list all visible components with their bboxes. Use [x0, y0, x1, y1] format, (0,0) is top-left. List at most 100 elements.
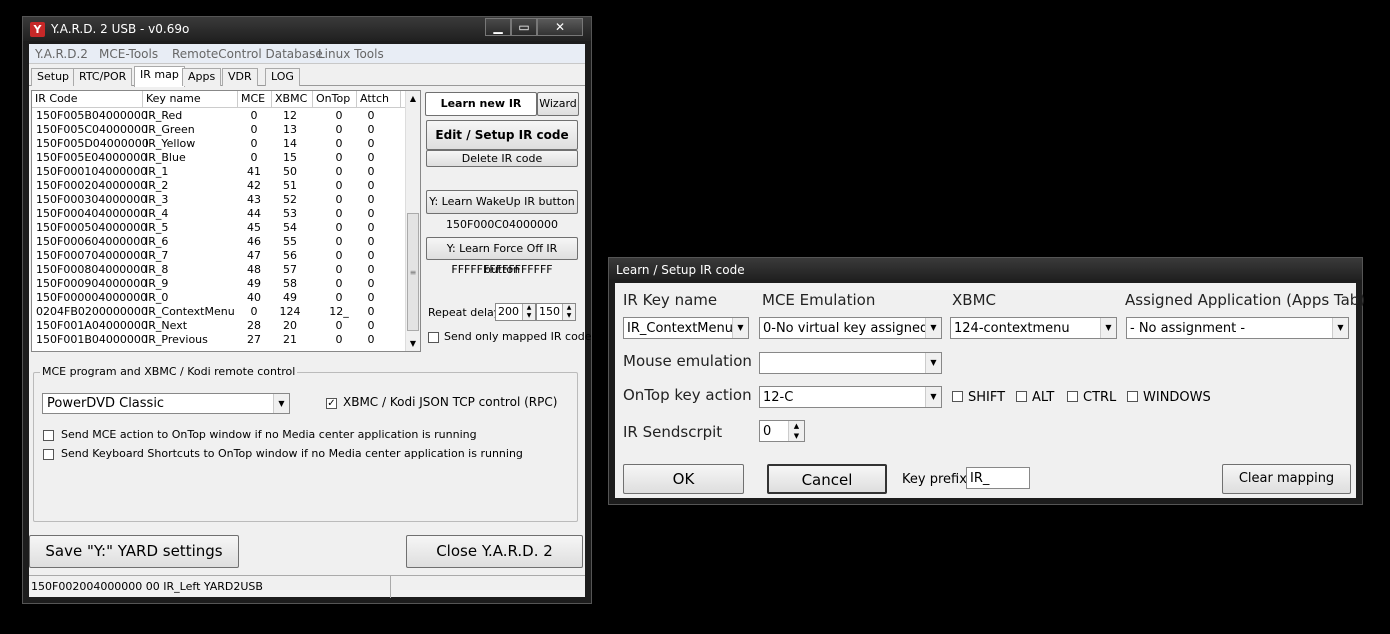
table-row[interactable]: 150F000404000000 IR_4 44 53 0 0	[32, 207, 407, 221]
chevron-down-icon[interactable]: ▼	[732, 318, 748, 338]
modifier-windows[interactable]: WINDOWS	[1127, 390, 1211, 405]
tab-setup[interactable]: Setup	[31, 68, 76, 86]
learn-setup-dialog: Learn / Setup IR code IR Key name MCE Em…	[608, 257, 1365, 505]
send-mce-checkbox[interactable]	[43, 430, 54, 441]
spinner-arrows-icon[interactable]: ▲ ▼	[562, 304, 575, 320]
mouse-emulation-select[interactable]: ▼	[759, 352, 942, 374]
list-scrollbar[interactable]: ▲ ≡ ▼	[405, 91, 420, 351]
table-row[interactable]: 150F005C04000000 IR_Green 0 13 0 0	[32, 123, 407, 137]
table-row[interactable]: 150F000804000000 IR_8 48 57 0 0	[32, 263, 407, 277]
chevron-down-icon[interactable]: ▼	[1332, 318, 1348, 338]
table-cell: IR_Blue	[145, 151, 186, 164]
chevron-down-icon[interactable]: ▼	[925, 387, 941, 407]
col-key-name[interactable]: Key name	[143, 91, 238, 108]
modifier-ctrl[interactable]: CTRL	[1067, 390, 1116, 405]
table-cell: 0	[335, 123, 343, 136]
learn-forceoff-button[interactable]: Y: Learn Force Off IR button	[426, 237, 578, 276]
menu-yard2[interactable]: Y.A.R.D.2	[35, 47, 88, 61]
table-row[interactable]: 150F005B04000000 IR_Red 0 12 0 0	[32, 109, 407, 123]
table-row[interactable]: 150F000704000000 IR_7 47 56 0 0	[32, 249, 407, 263]
table-row[interactable]: 150F000004000000 IR_0 40 49 0 0	[32, 291, 407, 305]
shift-checkbox[interactable]	[952, 391, 963, 402]
table-cell: IR_9	[145, 277, 169, 290]
table-row[interactable]: 150F005D04000000 IR_Yellow 0 14 0 0	[32, 137, 407, 151]
ok-button[interactable]: OK	[623, 464, 744, 494]
ir-sendscript-value[interactable]: 0	[763, 424, 771, 439]
main-titlebar[interactable]: Y Y.A.R.D. 2 USB - v0.69o ▁ ▭ ✕	[23, 17, 591, 41]
repeat-delay-value-1[interactable]: 200	[498, 305, 519, 318]
table-cell: 0204FB0200000000	[36, 305, 148, 318]
col-mce[interactable]: MCE	[238, 91, 272, 108]
chevron-down-icon[interactable]: ▼	[273, 394, 289, 413]
assigned-app-select[interactable]: - No assignment - ▼	[1126, 317, 1349, 339]
close-window-button[interactable]: ✕	[537, 18, 583, 36]
wizard-tab[interactable]: Wizard	[537, 92, 579, 116]
minimize-button[interactable]: ▁	[485, 18, 511, 36]
table-row[interactable]: 0204FB0200000000 IR_ContextMenu 0 124 12_ 0	[32, 305, 407, 319]
menu-remotecontrol-database[interactable]: RemoteControl Database	[172, 47, 323, 61]
menu-mce-tools[interactable]: MCE-Tools	[99, 47, 158, 61]
table-row[interactable]: 150F001A04000000 IR_Next 28 20 0 0	[32, 319, 407, 333]
tab-rtc-por[interactable]: RTC/POR	[73, 68, 133, 86]
learn-new-ir-code-tab[interactable]: Learn new IR code	[425, 92, 537, 132]
table-row[interactable]: 150F000504000000 IR_5 45 54 0 0	[32, 221, 407, 235]
learn-wakeup-button[interactable]: Y: Learn WakeUp IR button	[426, 190, 578, 214]
maximize-button[interactable]: ▭	[511, 18, 537, 36]
windows-checkbox[interactable]	[1127, 391, 1138, 402]
tab-log[interactable]: LOG	[265, 68, 300, 86]
send-only-mapped-checkbox[interactable]	[428, 332, 439, 343]
ctrl-checkbox[interactable]	[1067, 391, 1078, 402]
table-row[interactable]: 150F000304000000 IR_3 43 52 0 0	[32, 193, 407, 207]
table-row[interactable]: 150F000104000000 IR_1 41 50 0 0	[32, 165, 407, 179]
repeat-delay-value-2[interactable]: 150	[539, 305, 560, 318]
table-row[interactable]: 150F000204000000 IR_2 42 51 0 0	[32, 179, 407, 193]
col-ir-code[interactable]: IR Code	[32, 91, 143, 108]
ontop-key-action-value: 12-C	[763, 390, 794, 405]
col-ontop[interactable]: OnTop	[313, 91, 357, 108]
modifier-shift[interactable]: SHIFT	[952, 390, 1005, 405]
spinner-arrows-icon[interactable]: ▲ ▼	[522, 304, 535, 320]
repeat-delay-spinner-2[interactable]: 150 ▲ ▼	[536, 303, 576, 321]
chevron-down-icon[interactable]: ▼	[1100, 318, 1116, 338]
spinner-arrows-icon[interactable]: ▲ ▼	[788, 421, 804, 441]
cancel-button[interactable]: Cancel	[767, 464, 887, 494]
ir-key-name-select[interactable]: IR_ContextMenu ▼	[623, 317, 749, 339]
scroll-up-icon[interactable]: ▲	[406, 91, 420, 106]
ir-code-list[interactable]: IR Code Key name MCE XBMC OnTop Attch 15…	[31, 90, 421, 352]
repeat-delay-spinner-1[interactable]: 200 ▲ ▼	[495, 303, 536, 321]
json-rpc-checkbox[interactable]: ✓	[326, 398, 337, 409]
table-cell: IR_2	[145, 179, 169, 192]
chevron-down-icon[interactable]: ▼	[925, 353, 941, 373]
chevron-down-icon[interactable]: ▼	[925, 318, 941, 338]
table-row[interactable]: 150F000604000000 IR_6 46 55 0 0	[32, 235, 407, 249]
table-row[interactable]: 150F000904000000 IR_9 49 58 0 0	[32, 277, 407, 291]
tab-ir-map[interactable]: IR map	[134, 66, 185, 87]
xbmc-select[interactable]: 124-contextmenu ▼	[950, 317, 1117, 339]
mce-emulation-select[interactable]: 0-No virtual key assigned ▼	[759, 317, 942, 339]
tab-apps[interactable]: Apps	[182, 68, 222, 86]
scroll-thumb[interactable]: ≡	[407, 213, 419, 331]
mce-program-select[interactable]: PowerDVD Classic ▼	[42, 393, 290, 414]
close-yard-button[interactable]: Close Y.A.R.D. 2	[406, 535, 583, 568]
col-xbmc[interactable]: XBMC	[272, 91, 313, 108]
dialog-titlebar[interactable]: Learn / Setup IR code	[609, 258, 1362, 280]
delete-ir-code-button[interactable]: Delete IR code	[426, 150, 578, 167]
key-prefix-input[interactable]: IR_	[966, 467, 1030, 489]
ir-sendscript-spinner[interactable]: 0 ▲ ▼	[759, 420, 805, 442]
ontop-key-action-select[interactable]: 12-C ▼	[759, 386, 942, 408]
modifier-alt[interactable]: ALT	[1016, 390, 1054, 405]
save-settings-button[interactable]: Save "Y:" YARD settings	[29, 535, 239, 568]
table-row[interactable]: 150F001B04000000 IR_Previous 27 21 0 0	[32, 333, 407, 347]
table-cell: 0	[335, 109, 343, 122]
alt-checkbox[interactable]	[1016, 391, 1027, 402]
table-cell: IR_Yellow	[145, 137, 196, 150]
tab-vdr[interactable]: VDR	[222, 68, 258, 86]
table-row[interactable]: 150F005E04000000 IR_Blue 0 15 0 0	[32, 151, 407, 165]
menu-linux-tools[interactable]: Linux Tools	[318, 47, 384, 61]
col-attch[interactable]: Attch	[357, 91, 401, 108]
key-prefix-value[interactable]: IR_	[970, 471, 989, 486]
scroll-down-icon[interactable]: ▼	[406, 336, 420, 351]
clear-mapping-button[interactable]: Clear mapping	[1222, 464, 1351, 494]
edit-setup-ir-code-button[interactable]: Edit / Setup IR code	[426, 120, 578, 150]
send-keyboard-checkbox[interactable]	[43, 449, 54, 460]
